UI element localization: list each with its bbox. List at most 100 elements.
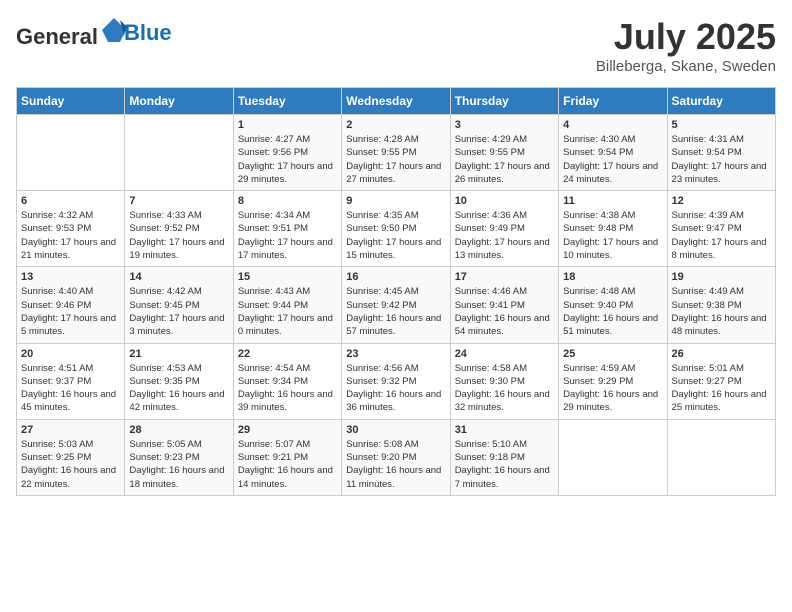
- day-number: 7: [129, 195, 228, 207]
- calendar-cell: 12Sunrise: 4:39 AMSunset: 9:47 PMDayligh…: [667, 191, 775, 267]
- title-block: July 2025 Billeberga, Skane, Sweden: [596, 16, 776, 75]
- day-info: Sunrise: 4:33 AMSunset: 9:52 PMDaylight:…: [129, 209, 228, 262]
- calendar-table: SundayMondayTuesdayWednesdayThursdayFrid…: [16, 87, 776, 496]
- weekday-header-row: SundayMondayTuesdayWednesdayThursdayFrid…: [17, 88, 776, 115]
- day-number: 26: [672, 348, 771, 360]
- day-number: 25: [563, 348, 662, 360]
- day-number: 14: [129, 271, 228, 283]
- calendar-cell: [559, 419, 667, 495]
- weekday-sunday: Sunday: [17, 88, 125, 115]
- calendar-cell: 19 Sunrise: 4:49 AMSunset: 9:38 PMDayligh…: [667, 267, 775, 343]
- day-info: Sunrise: 4:35 AMSunset: 9:50 PMDaylight:…: [346, 209, 445, 262]
- week-row-0: 1 Sunrise: 4:27 AMSunset: 9:56 PMDaylight…: [17, 115, 776, 191]
- weekday-saturday: Saturday: [667, 88, 775, 115]
- day-info: Sunrise: 4:27 AMSunset: 9:56 PMDaylight:…: [238, 133, 337, 186]
- day-info: Sunrise: 4:51 AMSunset: 9:37 PMDaylight:…: [21, 362, 120, 415]
- day-number: 6: [21, 195, 120, 207]
- logo-blue: Blue: [124, 20, 172, 45]
- calendar-cell: 8 Sunrise: 4:34 AMSunset: 9:51 PMDaylight…: [233, 191, 341, 267]
- day-number: 29: [238, 424, 337, 436]
- day-info: Sunrise: 4:36 AMSunset: 9:49 PMDaylight:…: [455, 209, 554, 262]
- day-number: 16: [346, 271, 445, 283]
- day-info: Sunrise: 4:45 AMSunset: 9:42 PMDaylight:…: [346, 285, 445, 338]
- weekday-friday: Friday: [559, 88, 667, 115]
- day-info: Sunrise: 4:46 AMSunset: 9:41 PMDaylight:…: [455, 285, 554, 338]
- day-info: Sunrise: 5:10 AMSunset: 9:18 PMDaylight:…: [455, 438, 554, 491]
- calendar-cell: 23Sunrise: 4:56 AMSunset: 9:32 PMDayligh…: [342, 343, 450, 419]
- day-info: Sunrise: 5:03 AMSunset: 9:25 PMDaylight:…: [21, 438, 120, 491]
- day-number: 20: [21, 348, 120, 360]
- day-number: 1: [238, 119, 337, 131]
- calendar-cell: 15Sunrise: 4:43 AMSunset: 9:44 PMDayligh…: [233, 267, 341, 343]
- calendar-cell: 3Sunrise: 4:29 AMSunset: 9:55 PMDaylight…: [450, 115, 558, 191]
- week-row-3: 20 Sunrise: 4:51 AMSunset: 9:37 PMDayligh…: [17, 343, 776, 419]
- calendar-cell: 28Sunrise: 5:05 AMSunset: 9:23 PMDayligh…: [125, 419, 233, 495]
- day-number: 5: [672, 119, 771, 131]
- logo-blue-text: Blue: [124, 21, 172, 45]
- calendar-cell: 2 Sunrise: 4:28 AMSunset: 9:55 PMDaylight…: [342, 115, 450, 191]
- day-number: 21: [129, 348, 228, 360]
- day-info: Sunrise: 5:07 AMSunset: 9:21 PMDaylight:…: [238, 438, 337, 491]
- logo-text: General: [16, 16, 128, 49]
- day-info: Sunrise: 4:28 AMSunset: 9:55 PMDaylight:…: [346, 133, 445, 186]
- month-title: July 2025: [596, 16, 776, 58]
- calendar-cell: 13Sunrise: 4:40 AMSunset: 9:46 PMDayligh…: [17, 267, 125, 343]
- calendar-cell: 14Sunrise: 4:42 AMSunset: 9:45 PMDayligh…: [125, 267, 233, 343]
- calendar-cell: 6 Sunrise: 4:32 AMSunset: 9:53 PMDaylight…: [17, 191, 125, 267]
- weekday-thursday: Thursday: [450, 88, 558, 115]
- calendar-body: 1 Sunrise: 4:27 AMSunset: 9:56 PMDaylight…: [17, 115, 776, 496]
- calendar-cell: 24Sunrise: 4:58 AMSunset: 9:30 PMDayligh…: [450, 343, 558, 419]
- day-number: 9: [346, 195, 445, 207]
- day-number: 2: [346, 119, 445, 131]
- day-info: Sunrise: 4:56 AMSunset: 9:32 PMDaylight:…: [346, 362, 445, 415]
- calendar-cell: 22 Sunrise: 4:54 AMSunset: 9:34 PMDayligh…: [233, 343, 341, 419]
- day-number: 22: [238, 348, 337, 360]
- calendar-cell: 10 Sunrise: 4:36 AMSunset: 9:49 PMDayligh…: [450, 191, 558, 267]
- day-info: Sunrise: 4:58 AMSunset: 9:30 PMDaylight:…: [455, 362, 554, 415]
- day-number: 3: [455, 119, 554, 131]
- location-subtitle: Billeberga, Skane, Sweden: [596, 58, 776, 75]
- logo: General Blue: [16, 16, 172, 49]
- day-number: 8: [238, 195, 337, 207]
- calendar-cell: 11Sunrise: 4:38 AMSunset: 9:48 PMDayligh…: [559, 191, 667, 267]
- calendar-cell: 25Sunrise: 4:59 AMSunset: 9:29 PMDayligh…: [559, 343, 667, 419]
- day-number: 13: [21, 271, 120, 283]
- logo-general: General: [16, 24, 98, 49]
- day-info: Sunrise: 4:43 AMSunset: 9:44 PMDaylight:…: [238, 285, 337, 338]
- day-info: Sunrise: 4:39 AMSunset: 9:47 PMDaylight:…: [672, 209, 771, 262]
- day-info: Sunrise: 4:31 AMSunset: 9:54 PMDaylight:…: [672, 133, 771, 186]
- calendar-cell: 26Sunrise: 5:01 AMSunset: 9:27 PMDayligh…: [667, 343, 775, 419]
- day-number: 31: [455, 424, 554, 436]
- calendar-cell: 30 Sunrise: 5:08 AMSunset: 9:20 PMDayligh…: [342, 419, 450, 495]
- calendar-cell: 1 Sunrise: 4:27 AMSunset: 9:56 PMDaylight…: [233, 115, 341, 191]
- day-info: Sunrise: 4:54 AMSunset: 9:34 PMDaylight:…: [238, 362, 337, 415]
- day-number: 17: [455, 271, 554, 283]
- calendar-cell: 16 Sunrise: 4:45 AMSunset: 9:42 PMDayligh…: [342, 267, 450, 343]
- week-row-1: 6 Sunrise: 4:32 AMSunset: 9:53 PMDaylight…: [17, 191, 776, 267]
- calendar-cell: 18 Sunrise: 4:48 AMSunset: 9:40 PMDayligh…: [559, 267, 667, 343]
- week-row-4: 27Sunrise: 5:03 AMSunset: 9:25 PMDayligh…: [17, 419, 776, 495]
- calendar-cell: 21 Sunrise: 4:53 AMSunset: 9:35 PMDayligh…: [125, 343, 233, 419]
- calendar-cell: [125, 115, 233, 191]
- calendar-cell: 4 Sunrise: 4:30 AMSunset: 9:54 PMDaylight…: [559, 115, 667, 191]
- day-number: 30: [346, 424, 445, 436]
- day-number: 4: [563, 119, 662, 131]
- day-info: Sunrise: 5:08 AMSunset: 9:20 PMDaylight:…: [346, 438, 445, 491]
- day-info: Sunrise: 4:49 AMSunset: 9:38 PMDaylight:…: [672, 285, 771, 338]
- day-number: 19: [672, 271, 771, 283]
- calendar-cell: 27Sunrise: 5:03 AMSunset: 9:25 PMDayligh…: [17, 419, 125, 495]
- calendar-cell: 5 Sunrise: 4:31 AMSunset: 9:54 PMDaylight…: [667, 115, 775, 191]
- day-number: 11: [563, 195, 662, 207]
- calendar-cell: 7 Sunrise: 4:33 AMSunset: 9:52 PMDaylight…: [125, 191, 233, 267]
- day-info: Sunrise: 5:05 AMSunset: 9:23 PMDaylight:…: [129, 438, 228, 491]
- day-info: Sunrise: 4:34 AMSunset: 9:51 PMDaylight:…: [238, 209, 337, 262]
- day-info: Sunrise: 4:53 AMSunset: 9:35 PMDaylight:…: [129, 362, 228, 415]
- calendar-cell: [17, 115, 125, 191]
- day-info: Sunrise: 4:48 AMSunset: 9:40 PMDaylight:…: [563, 285, 662, 338]
- day-info: Sunrise: 4:32 AMSunset: 9:53 PMDaylight:…: [21, 209, 120, 262]
- calendar-cell: 9 Sunrise: 4:35 AMSunset: 9:50 PMDaylight…: [342, 191, 450, 267]
- weekday-monday: Monday: [125, 88, 233, 115]
- day-info: Sunrise: 4:30 AMSunset: 9:54 PMDaylight:…: [563, 133, 662, 186]
- day-number: 18: [563, 271, 662, 283]
- day-number: 10: [455, 195, 554, 207]
